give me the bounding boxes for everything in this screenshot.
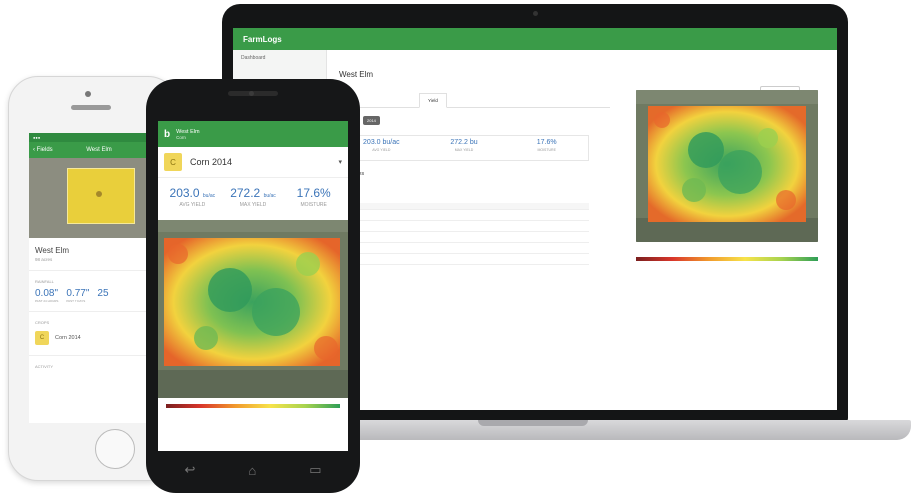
laptop-notch bbox=[478, 420, 588, 426]
map-pin-icon bbox=[96, 191, 102, 197]
map-properties bbox=[636, 283, 818, 298]
stat-value: 272.2 bu bbox=[450, 139, 478, 146]
yield-map[interactable] bbox=[158, 220, 348, 398]
webcam bbox=[533, 11, 538, 16]
stat-moisture: 17.6% MOISTURE bbox=[283, 186, 344, 208]
stat-label: PAST 7 DAYS bbox=[66, 299, 86, 303]
stat-value: 17.6% bbox=[283, 186, 344, 200]
table-row[interactable] bbox=[339, 209, 589, 221]
season-chip[interactable]: 2014 bbox=[363, 116, 380, 125]
yield-map-panel bbox=[622, 50, 837, 410]
table-row[interactable] bbox=[339, 231, 589, 243]
corn-icon: C bbox=[164, 153, 182, 171]
tab[interactable] bbox=[387, 93, 403, 107]
stat-value: 0.08" bbox=[35, 288, 59, 299]
table-row[interactable] bbox=[339, 242, 589, 254]
stat-value: 0.77" bbox=[66, 288, 90, 299]
section-loads: Loads bbox=[339, 187, 610, 193]
yield-stats: 203.0 bu/ac AVG YIELD 272.2 bu MAX YIELD… bbox=[339, 135, 589, 161]
stat-moisture: 17.6% MOISTURE bbox=[505, 136, 588, 160]
corn-icon: C bbox=[35, 331, 49, 345]
field-subtitle: Corn bbox=[176, 134, 186, 140]
stat-max-yield: 272.2 bu/ac MAX YIELD bbox=[223, 186, 284, 208]
app-bar-titles: West Elm Corn bbox=[176, 129, 199, 140]
crop-selector[interactable]: C Corn 2014 ▾ bbox=[158, 147, 348, 178]
rain-stat: 25 bbox=[97, 288, 108, 303]
back-button[interactable]: ‹ Fields bbox=[33, 147, 63, 153]
home-button[interactable] bbox=[95, 429, 135, 469]
stat-label: PAST 24 HOURS bbox=[35, 299, 59, 303]
stat-label: MOISTURE bbox=[537, 148, 556, 152]
front-camera bbox=[249, 91, 254, 96]
stat-label: MOISTURE bbox=[300, 202, 327, 208]
stat-avg-yield: 203.0 bu/ac AVG YIELD bbox=[162, 186, 223, 208]
stat-value: 203.0 bu/ac bbox=[162, 186, 223, 200]
stat-unit: bu/ac bbox=[202, 193, 216, 199]
yield-legend-bar bbox=[636, 257, 818, 261]
back-label: Fields bbox=[36, 147, 53, 153]
android-screen: b West Elm Corn C Corn 2014 ▾ 203.0 bu/a… bbox=[158, 121, 348, 451]
loads-table bbox=[339, 203, 589, 265]
table-row[interactable] bbox=[339, 253, 589, 265]
app-logo[interactable]: FarmLogs bbox=[243, 35, 282, 44]
tab[interactable] bbox=[371, 93, 387, 107]
tab[interactable] bbox=[403, 93, 419, 107]
main-panel: West Elm EDIT Yield 2014 203.0 bu/ac AVG… bbox=[327, 50, 800, 410]
back-nav-icon[interactable]: ↩ bbox=[184, 462, 195, 478]
crop-label: Corn 2014 bbox=[190, 157, 233, 167]
android-nav-bar: ↩ ⌂ ▭ bbox=[158, 453, 348, 487]
stat-label: AVG YIELD bbox=[179, 202, 206, 208]
crop-label: Corn 2014 bbox=[55, 335, 81, 341]
stat-number: 17.6% bbox=[296, 186, 331, 200]
page-title: West Elm bbox=[339, 70, 374, 79]
yield-legend-bar bbox=[166, 404, 340, 408]
tab-yield[interactable]: Yield bbox=[419, 93, 447, 108]
front-camera bbox=[85, 91, 91, 97]
home-nav-icon[interactable]: ⌂ bbox=[248, 463, 256, 478]
stat-unit: bu/ac bbox=[263, 193, 276, 199]
sidebar-item-dashboard[interactable]: Dashboard bbox=[233, 50, 326, 66]
tab-bar: Yield bbox=[339, 93, 610, 108]
recents-nav-icon[interactable]: ▭ bbox=[309, 462, 321, 478]
stat-label: MAX YIELD bbox=[239, 202, 267, 208]
stat-max-yield: 272.2 bu MAX YIELD bbox=[423, 136, 506, 160]
stat-value: 17.6% bbox=[536, 139, 557, 146]
yield-stats: 203.0 bu/ac AVG YIELD 272.2 bu/ac MAX YI… bbox=[158, 178, 348, 212]
speaker bbox=[71, 105, 111, 110]
yield-map[interactable] bbox=[636, 90, 818, 242]
chevron-down-icon[interactable]: ▾ bbox=[338, 158, 342, 166]
app-header: FarmLogs bbox=[233, 28, 837, 50]
app-logo-icon[interactable]: b bbox=[164, 129, 170, 140]
app-bar: b West Elm Corn bbox=[158, 121, 348, 147]
table-row[interactable] bbox=[339, 220, 589, 232]
stat-number: 203.0 bbox=[169, 186, 200, 200]
section-properties: Properties bbox=[339, 171, 610, 177]
rain-stat: 0.77" PAST 7 DAYS bbox=[66, 288, 89, 303]
android-phone: b West Elm Corn C Corn 2014 ▾ 203.0 bu/a… bbox=[146, 79, 360, 493]
rain-stat: 0.08" PAST 24 HOURS bbox=[35, 288, 58, 303]
stat-number: 272.2 bbox=[230, 186, 261, 200]
sidebar-item[interactable] bbox=[233, 66, 326, 76]
stat-label: MAX YIELD bbox=[454, 148, 474, 152]
stat-value: 272.2 bu/ac bbox=[223, 186, 284, 200]
stat-value: 25 bbox=[97, 288, 109, 299]
